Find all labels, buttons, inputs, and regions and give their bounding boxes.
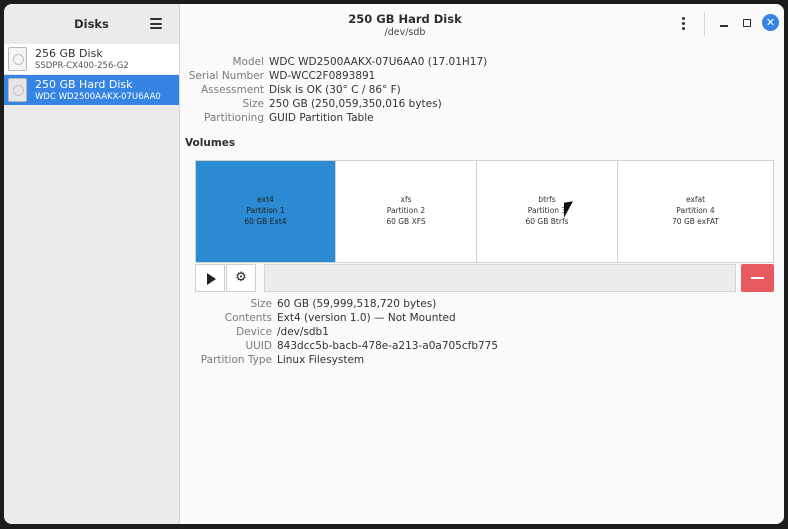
pinfo-row-size: Size 60 GB (59,999,518,720 bytes) xyxy=(180,298,784,312)
partition-1-block[interactable]: ext4 Partition 1 60 GB Ext4 xyxy=(196,161,336,262)
info-row-model: Model WDC WD2500AAKX-07U6AA0 (17.01H17) xyxy=(180,56,784,70)
partition-fs: exfat xyxy=(685,195,706,204)
toolbar-spacer xyxy=(264,264,736,292)
window-subtitle: /dev/sdb xyxy=(384,27,426,38)
pinfo-value: /dev/sdb1 xyxy=(277,326,329,338)
window-title: 250 GB Hard Disk xyxy=(348,12,462,26)
partition-3-block[interactable]: btrfs Partition 3 60 GB Btrfs xyxy=(477,161,618,262)
partition-desc: 60 GB Btrfs xyxy=(525,217,569,226)
disk-icon xyxy=(8,78,27,102)
partition-fs: xfs xyxy=(400,195,412,204)
sidebar-header: Disks xyxy=(4,4,179,44)
partition-name: Partition 4 xyxy=(676,206,715,215)
info-label: Partitioning xyxy=(204,112,264,124)
info-label: Size xyxy=(242,98,264,110)
partition-fs: ext4 xyxy=(257,195,274,204)
partition-desc: 70 GB exFAT xyxy=(672,217,719,226)
gear-icon[interactable]: ⚙ xyxy=(226,264,256,292)
pinfo-value: 60 GB (59,999,518,720 bytes) xyxy=(277,298,437,310)
partition-fs: btrfs xyxy=(538,195,556,204)
pinfo-value: 843dcc5b-bacb-478e-a213-a0a705cfb775 xyxy=(277,340,499,352)
pinfo-row-device: Device /dev/sdb1 xyxy=(180,326,784,340)
info-row-serial: Serial Number WD-WCC2F0893891 xyxy=(180,70,784,84)
pinfo-value: Linux Filesystem xyxy=(277,354,365,366)
info-value: Disk is OK (30° C / 86° F) xyxy=(269,84,401,96)
maximize-icon[interactable] xyxy=(740,16,754,30)
pinfo-label: Device xyxy=(236,326,272,338)
mount-play-button[interactable] xyxy=(195,264,225,292)
info-value: WD-WCC2F0893891 xyxy=(269,70,376,82)
info-row-assessment: Assessment Disk is OK (30° C / 86° F) xyxy=(180,84,784,98)
partition-desc: 60 GB Ext4 xyxy=(244,217,287,226)
sidebar: Disks 256 GB Disk SSDPR-CX400-256-G2 250… xyxy=(4,4,180,524)
disks-window: Disks 256 GB Disk SSDPR-CX400-256-G2 250… xyxy=(4,4,784,524)
pinfo-row-type: Partition Type Linux Filesystem xyxy=(180,354,784,368)
partition-2-block[interactable]: xfs Partition 2 60 GB XFS xyxy=(336,161,477,262)
pinfo-label: Partition Type xyxy=(200,354,272,366)
pinfo-value: Ext4 (version 1.0) — Not Mounted xyxy=(277,312,456,324)
delete-partition-button[interactable] xyxy=(741,264,774,292)
volumes-heading: Volumes xyxy=(185,137,236,149)
close-icon[interactable]: ✕ xyxy=(762,14,779,31)
kebab-menu-icon[interactable] xyxy=(682,17,686,32)
partition-name: Partition 3 xyxy=(527,206,567,215)
partition-info: Size 60 GB (59,999,518,720 bytes) Conten… xyxy=(180,298,784,368)
info-value: WDC WD2500AAKX-07U6AA0 (17.01H17) xyxy=(269,56,488,68)
info-row-partitioning: Partitioning GUID Partition Table xyxy=(180,112,784,126)
partition-name: Partition 1 xyxy=(246,206,285,215)
info-row-size: Size 250 GB (250,059,350,016 bytes) xyxy=(180,98,784,112)
partition-4-block[interactable]: exfat Partition 4 70 GB exFAT xyxy=(618,161,773,262)
minimize-icon[interactable] xyxy=(717,16,731,30)
header-separator xyxy=(704,12,705,36)
info-value: GUID Partition Table xyxy=(269,112,374,124)
disk-name: 250 GB Hard Disk xyxy=(35,78,133,91)
pinfo-label: UUID xyxy=(245,340,272,352)
info-label: Assessment xyxy=(201,84,264,96)
info-value: 250 GB (250,059,350,016 bytes) xyxy=(269,98,442,110)
pinfo-row-contents: Contents Ext4 (version 1.0) — Not Mounte… xyxy=(180,312,784,326)
disk-item-256gb[interactable]: 256 GB Disk SSDPR-CX400-256-G2 xyxy=(4,44,179,74)
pinfo-label: Size xyxy=(250,298,272,310)
hamburger-menu-icon[interactable] xyxy=(150,18,162,29)
disk-list: 256 GB Disk SSDPR-CX400-256-G2 250 GB Ha… xyxy=(4,44,179,106)
disk-icon xyxy=(8,47,27,71)
disk-info: Model WDC WD2500AAKX-07U6AA0 (17.01H17) … xyxy=(180,56,784,126)
volume-map: ext4 Partition 1 60 GB Ext4 xfs Partitio… xyxy=(195,160,774,263)
info-label: Model xyxy=(232,56,264,68)
disk-item-250gb[interactable]: 250 GB Hard Disk WDC WD2500AAKX-07U6AA0 xyxy=(4,75,179,105)
main-pane: 250 GB Hard Disk /dev/sdb ✕ Model WDC WD… xyxy=(180,4,784,524)
pinfo-label: Contents xyxy=(224,312,272,324)
disk-model: WDC WD2500AAKX-07U6AA0 xyxy=(35,92,161,102)
disk-name: 256 GB Disk xyxy=(35,47,103,60)
partition-name: Partition 2 xyxy=(386,206,426,215)
disk-model: SSDPR-CX400-256-G2 xyxy=(35,61,129,71)
pinfo-row-uuid: UUID 843dcc5b-bacb-478e-a213-a0a705cfb77… xyxy=(180,340,784,354)
volume-toolbar: ⚙ xyxy=(195,264,775,292)
info-label: Serial Number xyxy=(188,70,264,82)
partition-desc: 60 GB XFS xyxy=(386,217,426,226)
